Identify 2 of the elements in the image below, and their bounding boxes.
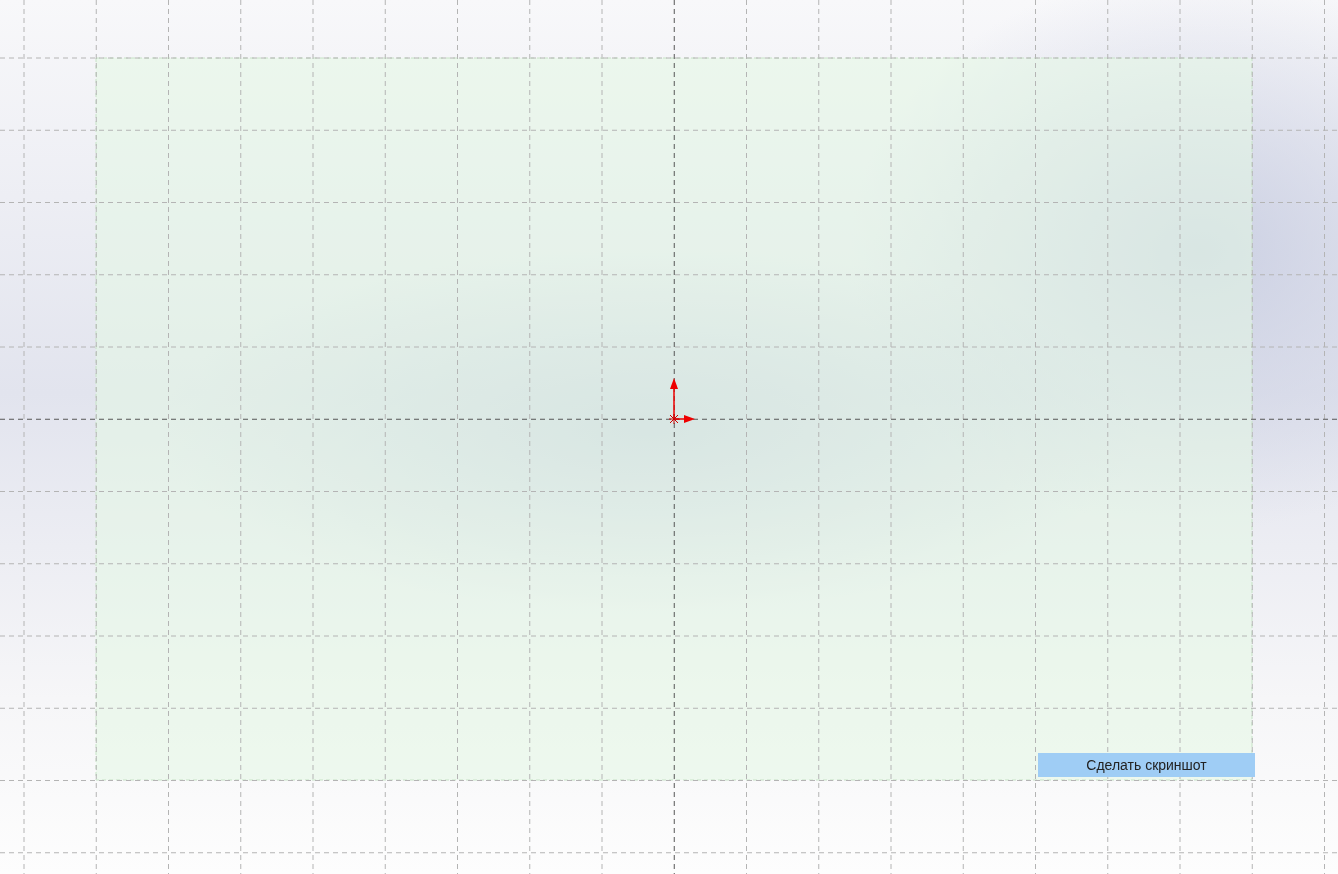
origin-icon (668, 378, 695, 425)
screenshot-button[interactable]: Сделать скриншот (1038, 753, 1255, 777)
